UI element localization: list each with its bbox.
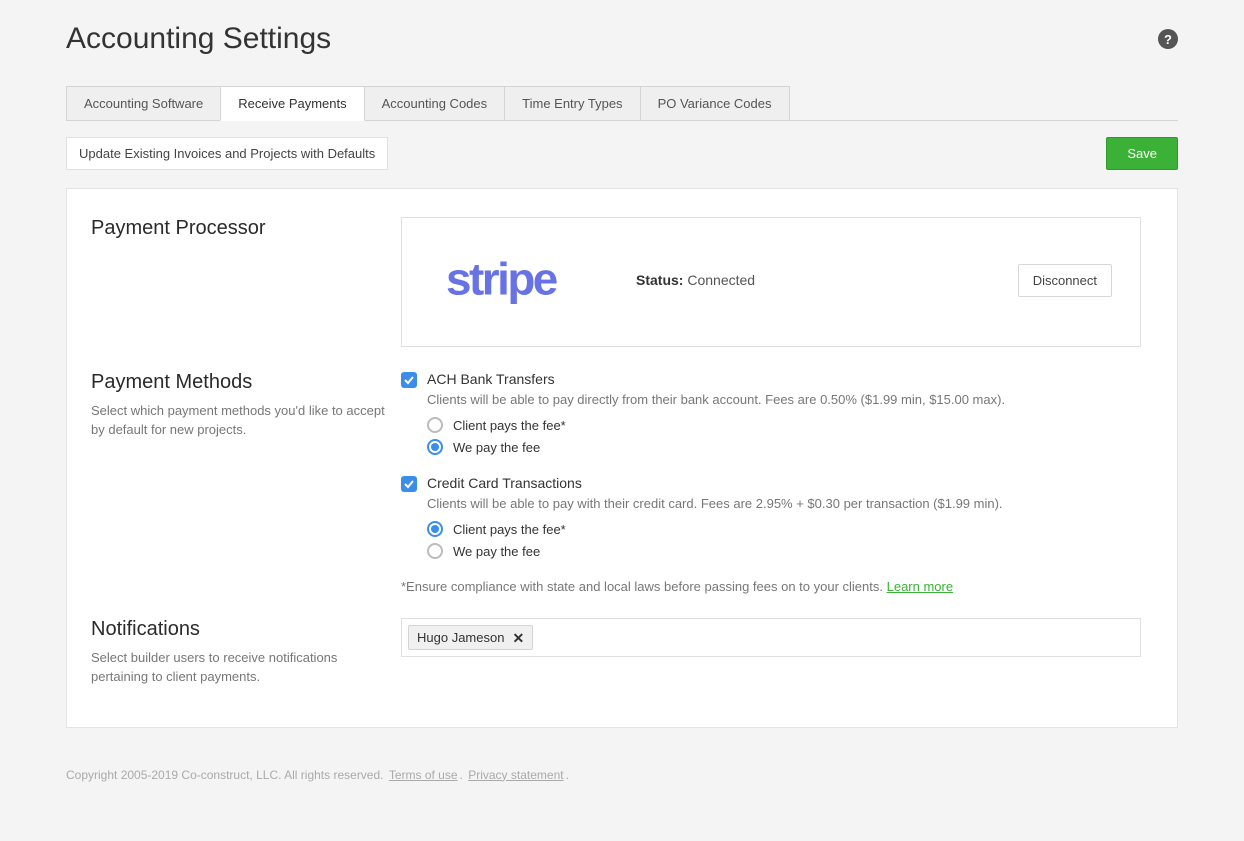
learn-more-link[interactable]: Learn more <box>887 579 953 594</box>
help-icon[interactable]: ? <box>1158 29 1178 49</box>
notifications-title: Notifications <box>91 618 389 641</box>
user-tag: Hugo Jameson ✕ <box>408 625 533 650</box>
payment-method-cc: Credit Card Transactions Clients will be… <box>401 475 1141 559</box>
stripe-logo: stripe <box>446 248 596 312</box>
page-title: Accounting Settings <box>66 22 331 56</box>
ach-desc: Clients will be able to pay directly fro… <box>427 392 1141 407</box>
payment-processor-title: Payment Processor <box>91 217 389 240</box>
user-tag-label: Hugo Jameson <box>417 630 504 645</box>
compliance-note: *Ensure compliance with state and local … <box>401 579 1141 594</box>
disconnect-button[interactable]: Disconnect <box>1018 264 1112 297</box>
payment-methods-title: Payment Methods <box>91 371 389 394</box>
notifications-desc: Select builder users to receive notifica… <box>91 649 389 687</box>
processor-box: stripe Status: Connected Disconnect <box>401 217 1141 347</box>
tabs: Accounting Software Receive Payments Acc… <box>66 86 1178 121</box>
section-payment-processor: Payment Processor stripe Status: Connect… <box>91 217 1141 347</box>
payment-methods-desc: Select which payment methods you'd like … <box>91 402 389 440</box>
tab-receive-payments[interactable]: Receive Payments <box>220 86 364 121</box>
tab-po-variance-codes[interactable]: PO Variance Codes <box>640 86 790 120</box>
ach-radio-we-label: We pay the fee <box>453 440 540 455</box>
tab-accounting-codes[interactable]: Accounting Codes <box>364 86 506 120</box>
page-header: Accounting Settings ? <box>66 22 1178 56</box>
remove-user-icon[interactable]: ✕ <box>512 631 524 645</box>
payment-method-ach: ACH Bank Transfers Clients will be able … <box>401 371 1141 455</box>
save-button[interactable]: Save <box>1106 137 1178 170</box>
ach-radio-client-label: Client pays the fee* <box>453 418 566 433</box>
notifications-user-input[interactable]: Hugo Jameson ✕ <box>401 618 1141 657</box>
cc-radio-we-pay[interactable]: We pay the fee <box>427 543 1141 559</box>
section-notifications: Notifications Select builder users to re… <box>91 618 1141 687</box>
status-value: Connected <box>687 272 755 288</box>
action-bar: Update Existing Invoices and Projects wi… <box>66 137 1178 170</box>
footer: Copyright 2005-2019 Co-construct, LLC. A… <box>66 768 1178 782</box>
footer-copyright: Copyright 2005-2019 Co-construct, LLC. A… <box>66 768 384 782</box>
ach-checkbox[interactable] <box>401 372 417 388</box>
status-label: Status: <box>636 272 683 288</box>
ach-radio-client-pays[interactable]: Client pays the fee* <box>427 417 1141 433</box>
cc-radio-we-label: We pay the fee <box>453 544 540 559</box>
cc-radio-client-label: Client pays the fee* <box>453 522 566 537</box>
compliance-text: *Ensure compliance with state and local … <box>401 579 887 594</box>
cc-checkbox[interactable] <box>401 476 417 492</box>
cc-desc: Clients will be able to pay with their c… <box>427 496 1141 511</box>
section-payment-methods: Payment Methods Select which payment met… <box>91 371 1141 594</box>
settings-panel: Payment Processor stripe Status: Connect… <box>66 188 1178 728</box>
ach-label: ACH Bank Transfers <box>427 371 555 387</box>
svg-text:stripe: stripe <box>446 254 557 305</box>
tab-time-entry-types[interactable]: Time Entry Types <box>504 86 640 120</box>
cc-radio-client-pays[interactable]: Client pays the fee* <box>427 521 1141 537</box>
cc-label: Credit Card Transactions <box>427 475 582 491</box>
terms-link[interactable]: Terms of use <box>389 768 458 782</box>
tab-accounting-software[interactable]: Accounting Software <box>66 86 221 120</box>
processor-status: Status: Connected <box>636 272 978 288</box>
privacy-link[interactable]: Privacy statement <box>468 768 563 782</box>
update-defaults-button[interactable]: Update Existing Invoices and Projects wi… <box>66 137 388 170</box>
ach-radio-we-pay[interactable]: We pay the fee <box>427 439 1141 455</box>
